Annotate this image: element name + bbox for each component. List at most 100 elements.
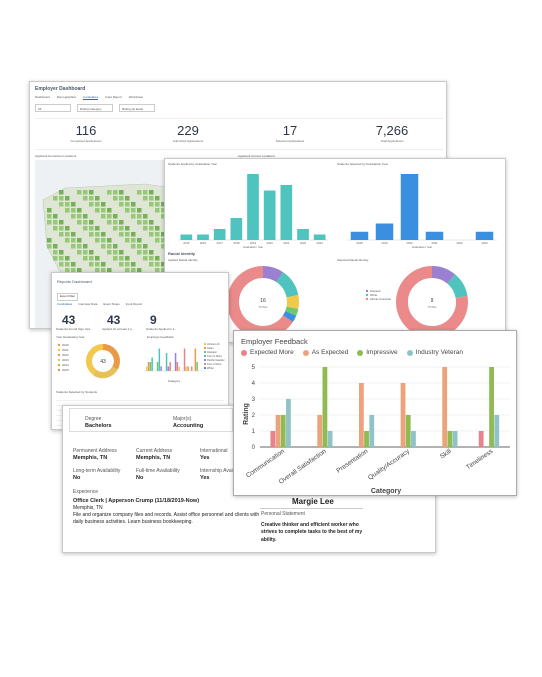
rating-category-select[interactable]: Rating Category bbox=[77, 104, 113, 112]
full-time-value: No bbox=[136, 475, 144, 481]
location-cell bbox=[143, 256, 148, 261]
location-cell bbox=[125, 226, 130, 231]
y-tick-label: 4 bbox=[252, 381, 256, 387]
location-cell bbox=[155, 262, 160, 267]
event-filter-button[interactable]: Event Filter bbox=[57, 293, 79, 301]
bar bbox=[183, 348, 186, 371]
donut-total-label: TOTAL bbox=[427, 305, 437, 309]
legend-item[interactable]: As Expected bbox=[302, 349, 349, 356]
tab-input-report[interactable]: Input Report bbox=[126, 302, 143, 307]
internship-value: Yes bbox=[200, 475, 210, 481]
x-tick-label: 2019 bbox=[381, 241, 388, 245]
location-cell bbox=[95, 238, 100, 243]
location-cell bbox=[125, 208, 130, 213]
location-cell bbox=[71, 262, 76, 267]
legend-label: 2023 bbox=[62, 358, 69, 362]
bar bbox=[167, 366, 170, 371]
location-cell bbox=[131, 232, 136, 237]
legend-item[interactable]: Impressive bbox=[357, 349, 398, 356]
y-tick-label: 2 bbox=[252, 413, 256, 419]
employer-feedback-window: Employer Feedback Expected More As Expec… bbox=[233, 330, 517, 496]
location-cell bbox=[71, 202, 76, 207]
location-cell bbox=[83, 244, 88, 249]
location-cell bbox=[131, 238, 136, 243]
bar bbox=[149, 362, 152, 371]
location-cell bbox=[107, 244, 112, 249]
location-cell bbox=[143, 190, 148, 195]
location-cell bbox=[125, 196, 130, 201]
location-cell bbox=[95, 202, 100, 207]
location-cell bbox=[65, 256, 70, 261]
tab-input-report[interactable]: Input Report bbox=[105, 95, 122, 100]
location-cell bbox=[59, 190, 64, 195]
legend-item[interactable]: Industry Veteran bbox=[406, 349, 463, 356]
location-cell bbox=[143, 220, 148, 225]
bar bbox=[400, 174, 419, 240]
stat-card: 7,266 Total Applications bbox=[341, 119, 443, 149]
tab-candidates[interactable]: Candidates bbox=[83, 95, 99, 100]
location-cell bbox=[113, 244, 118, 249]
location-cell bbox=[119, 250, 124, 255]
location-cell bbox=[59, 262, 64, 267]
stat-value: 17 bbox=[282, 123, 298, 138]
donut-slice bbox=[447, 274, 468, 299]
legend-label: 2024 bbox=[62, 363, 69, 367]
metric-value: 43 bbox=[62, 313, 76, 327]
chart-title-selected: Students Selected by Graduation Year bbox=[337, 162, 388, 166]
location-cell bbox=[65, 232, 70, 237]
location-cell bbox=[59, 196, 64, 201]
bar bbox=[151, 357, 153, 371]
location-cell bbox=[107, 220, 112, 225]
tab-demographics[interactable]: Demographics bbox=[57, 95, 76, 100]
bar bbox=[146, 366, 148, 371]
bar bbox=[160, 366, 162, 371]
tab-event-notes[interactable]: Event Notes bbox=[103, 302, 119, 307]
grid-lines bbox=[260, 366, 510, 448]
legend-swatch bbox=[357, 349, 364, 356]
tab-dashboard[interactable]: Dashboard bbox=[35, 95, 50, 100]
legend-swatch bbox=[204, 351, 206, 353]
long-term-value: No bbox=[73, 475, 81, 481]
legend-swatch bbox=[241, 349, 247, 356]
rating-min-select[interactable]: Rating (at least) bbox=[119, 104, 155, 112]
tab-candidates[interactable]: Candidates bbox=[57, 302, 72, 307]
location-cell bbox=[119, 190, 124, 195]
x-tick-label: 2016 bbox=[200, 241, 207, 245]
location-cell bbox=[107, 238, 112, 243]
location-cell bbox=[53, 220, 58, 225]
legend-item[interactable]: Expected More bbox=[241, 349, 294, 356]
legend-swatch bbox=[57, 343, 61, 347]
bar bbox=[425, 231, 444, 240]
location-cell bbox=[89, 262, 94, 267]
statement-label: Personal Statement bbox=[261, 511, 305, 517]
name-divider bbox=[260, 508, 363, 509]
bar bbox=[494, 415, 500, 447]
perm-address-value: Memphis, TN bbox=[73, 455, 108, 461]
bar bbox=[313, 234, 326, 240]
legend-label: 2022 bbox=[62, 353, 69, 357]
legend-label: Two or More bbox=[207, 362, 222, 366]
graduating-year-donut: 43 2020 2021 2022 2023 2024 2025 bbox=[57, 343, 120, 379]
bar bbox=[475, 231, 494, 240]
x-tick-label: 2022 bbox=[456, 241, 463, 245]
legend-label: As Expected bbox=[311, 349, 349, 356]
location-cell bbox=[71, 232, 76, 237]
legend-label: White bbox=[207, 366, 214, 370]
location-cell bbox=[155, 238, 160, 243]
status-filter-select[interactable]: All bbox=[35, 104, 71, 112]
current-address-value: Memphis, TN bbox=[136, 455, 171, 461]
location-cell bbox=[155, 256, 160, 261]
degree-value: Bachelors bbox=[85, 423, 112, 429]
stat-card: 229 Submitted Applications bbox=[137, 119, 239, 149]
tab-worksheet[interactable]: Worksheet bbox=[129, 95, 143, 100]
location-cell bbox=[131, 262, 136, 267]
location-cell bbox=[83, 214, 88, 219]
stat-label: Submitted Applications bbox=[172, 139, 204, 143]
bar bbox=[230, 218, 243, 240]
tab-interview-data[interactable]: Interview Data bbox=[78, 302, 97, 307]
location-cell bbox=[137, 220, 142, 225]
location-cell bbox=[149, 226, 154, 231]
location-cell bbox=[155, 208, 160, 213]
location-cell bbox=[95, 256, 100, 261]
location-cell bbox=[119, 196, 124, 201]
